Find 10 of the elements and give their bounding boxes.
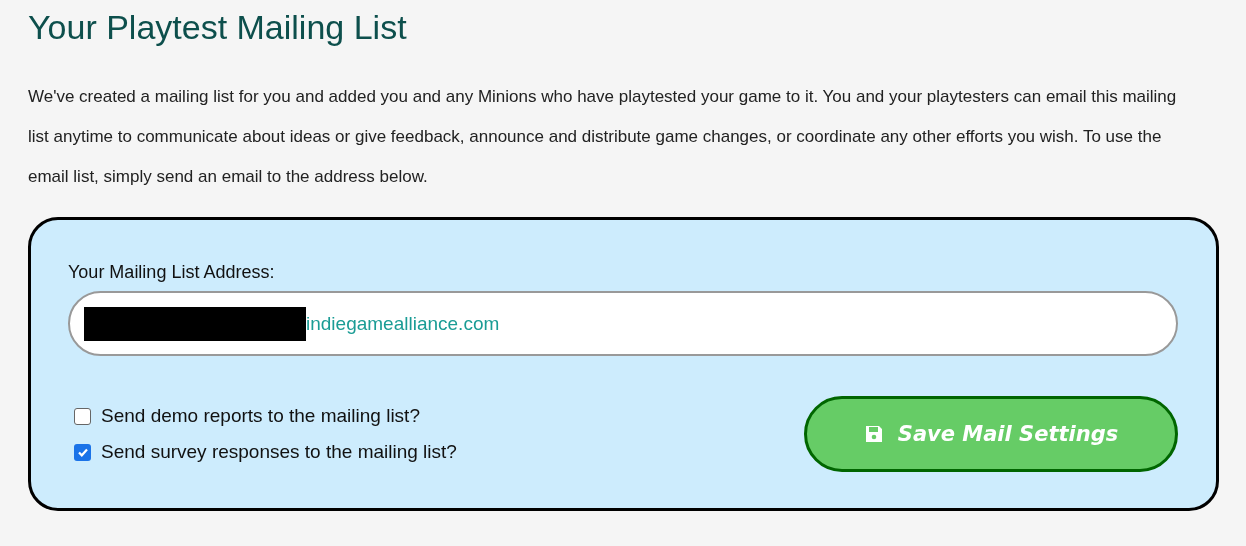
checkbox[interactable]: [74, 407, 91, 425]
checkmark-icon: [76, 446, 89, 458]
option-label: Send demo reports to the mailing list?: [101, 405, 420, 427]
address-field[interactable]: indiegamealliance.com: [68, 291, 1178, 356]
address-label: Your Mailing List Address:: [68, 262, 276, 283]
checkbox[interactable]: [74, 443, 91, 461]
page-title: Your Playtest Mailing List: [28, 8, 408, 47]
option-label: Send survey responses to the mailing list?: [101, 441, 457, 463]
save-button[interactable]: Save Mail Settings: [804, 396, 1178, 472]
intro-paragraph: We've created a mailing list for you and added you and any Minions who have playtested your game to it. You and your playtesters can email this mailing list anytime to communicate about ideas or give feedback, announce and distribute game changes, or coordinate any other efforts you wish. To use the email list, simply send an email to the address below.: [28, 86, 1178, 188]
